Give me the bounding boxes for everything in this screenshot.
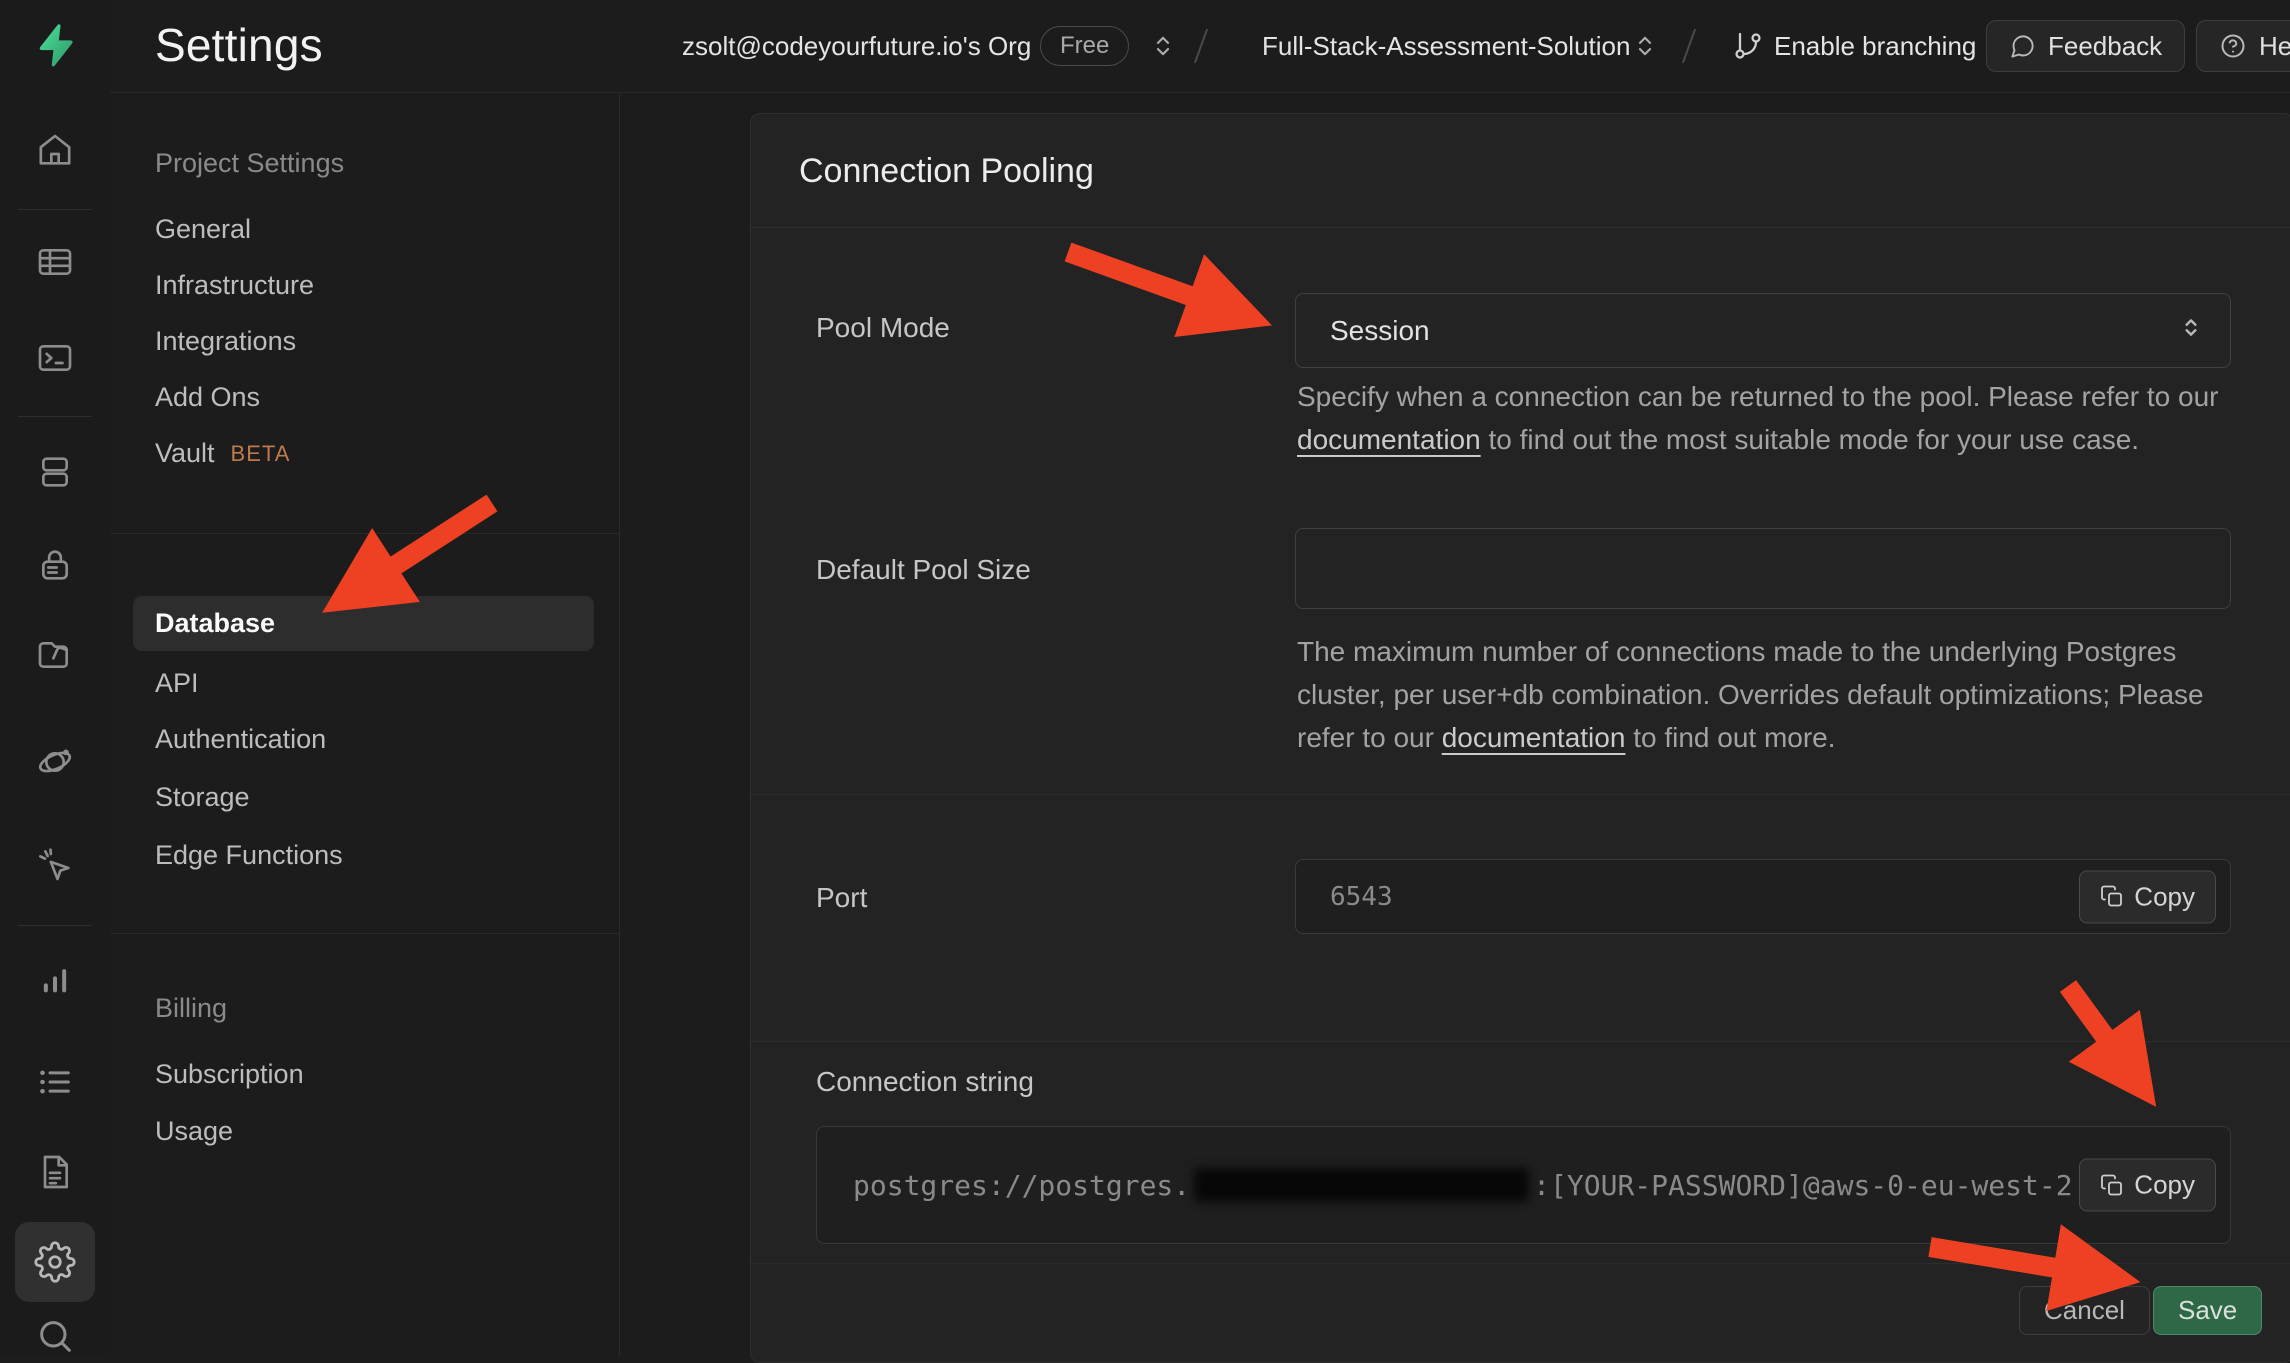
advisors-cursor-icon[interactable] bbox=[35, 846, 75, 886]
default-pool-size-input-wrap bbox=[1295, 528, 2231, 609]
storage-folder-icon[interactable] bbox=[35, 635, 75, 675]
port-copy-button[interactable]: Copy bbox=[2079, 870, 2216, 923]
connection-string-copy-button[interactable]: Copy bbox=[2079, 1159, 2216, 1212]
api-docs-file-icon[interactable] bbox=[35, 1152, 75, 1192]
reports-chart-icon[interactable] bbox=[35, 962, 75, 1002]
section-divider bbox=[751, 1041, 2290, 1042]
logs-list-icon[interactable] bbox=[35, 1062, 75, 1102]
feedback-bubble-icon bbox=[2009, 33, 2036, 60]
feedback-label: Feedback bbox=[2048, 31, 2162, 62]
default-pool-size-input[interactable] bbox=[1296, 529, 2230, 608]
top-header: zsolt@codeyourfuture.io's Org Free Full-… bbox=[619, 0, 2290, 92]
sidebar-item-general[interactable]: General bbox=[155, 214, 251, 245]
pool-mode-value: Session bbox=[1330, 315, 1430, 347]
main-content: Connection Pooling Pool Mode Session Spe… bbox=[620, 93, 2290, 1356]
port-field: 6543 Copy bbox=[1295, 859, 2231, 934]
copy-label: Copy bbox=[2134, 1170, 2195, 1201]
rail-divider bbox=[18, 416, 92, 417]
feedback-button[interactable]: Feedback bbox=[1986, 20, 2185, 72]
documentation-link[interactable]: documentation bbox=[1442, 722, 1626, 753]
settings-sidebar: Settings Project Settings General Infras… bbox=[110, 0, 620, 1356]
documentation-link[interactable]: documentation bbox=[1297, 424, 1481, 455]
help-label: He bbox=[2259, 31, 2290, 62]
pool-mode-label: Pool Mode bbox=[816, 312, 950, 344]
supabase-logo-icon[interactable] bbox=[32, 22, 78, 68]
save-button[interactable]: Save bbox=[2153, 1286, 2262, 1335]
realtime-orbit-icon[interactable] bbox=[35, 742, 75, 782]
copy-icon bbox=[2100, 1173, 2124, 1197]
breadcrumb-slash bbox=[1682, 29, 1696, 64]
pool-mode-desc-text: to find out the most suitable mode for y… bbox=[1481, 424, 2139, 455]
card-title: Connection Pooling bbox=[799, 152, 1094, 191]
card-header: Connection Pooling bbox=[751, 114, 2290, 228]
rail-divider bbox=[18, 209, 92, 210]
cancel-button[interactable]: Cancel bbox=[2019, 1286, 2150, 1335]
sidebar-item-infrastructure[interactable]: Infrastructure bbox=[155, 270, 314, 301]
sidebar-item-database[interactable]: Database bbox=[133, 596, 594, 651]
breadcrumb-slash bbox=[1194, 29, 1208, 64]
home-icon[interactable] bbox=[35, 130, 75, 170]
pool-mode-select[interactable]: Session bbox=[1295, 293, 2231, 368]
default-pool-size-label: Default Pool Size bbox=[816, 554, 1031, 586]
database-icon[interactable] bbox=[35, 452, 75, 492]
sidebar-heading-project-settings: Project Settings bbox=[155, 148, 344, 179]
plan-badge[interactable]: Free bbox=[1040, 26, 1129, 66]
connection-pooling-card: Connection Pooling Pool Mode Session Spe… bbox=[750, 113, 2290, 1363]
copy-icon bbox=[2100, 885, 2124, 909]
sidebar-item-add-ons[interactable]: Add Ons bbox=[155, 382, 260, 413]
icon-rail bbox=[0, 0, 111, 1356]
sidebar-item-database-label: Database bbox=[155, 608, 275, 639]
git-branch-icon bbox=[1732, 30, 1764, 67]
rail-divider bbox=[18, 925, 92, 926]
redacted-project-ref bbox=[1194, 1168, 1529, 1202]
sidebar-item-storage[interactable]: Storage bbox=[155, 782, 250, 813]
breadcrumb-org[interactable]: zsolt@codeyourfuture.io's Org bbox=[682, 31, 1031, 62]
sidebar-divider bbox=[110, 933, 619, 934]
select-chevrons-icon bbox=[2176, 312, 2206, 349]
section-divider bbox=[751, 794, 2290, 795]
authentication-lock-icon[interactable] bbox=[35, 545, 75, 585]
sidebar-item-usage[interactable]: Usage bbox=[155, 1116, 233, 1147]
breadcrumb-project[interactable]: Full-Stack-Assessment-Solution bbox=[1262, 31, 1630, 62]
connection-string-field: postgres://postgres. :[YOUR-PASSWORD]@aw… bbox=[816, 1126, 2231, 1244]
table-editor-icon[interactable] bbox=[35, 242, 75, 282]
connection-string-label: Connection string bbox=[816, 1066, 1034, 1098]
help-circle-icon bbox=[2219, 32, 2247, 60]
connection-string-value: postgres://postgres. :[YOUR-PASSWORD]@aw… bbox=[853, 1127, 2089, 1243]
sql-editor-icon[interactable] bbox=[35, 338, 75, 378]
port-label: Port bbox=[816, 882, 867, 914]
sidebar-item-vault[interactable]: Vault BETA bbox=[155, 438, 290, 469]
sidebar-item-integrations[interactable]: Integrations bbox=[155, 326, 296, 357]
connection-string-suffix: :[YOUR-PASSWORD]@aws-0-eu-west-2. bbox=[1533, 1169, 2089, 1202]
help-button[interactable]: He bbox=[2196, 20, 2290, 72]
settings-gear-icon[interactable] bbox=[34, 1241, 76, 1283]
sidebar-heading-billing: Billing bbox=[155, 993, 227, 1024]
connection-string-prefix: postgres://postgres. bbox=[853, 1169, 1190, 1202]
vault-label: Vault bbox=[155, 438, 215, 469]
sidebar-item-subscription[interactable]: Subscription bbox=[155, 1059, 304, 1090]
sidebar-divider bbox=[110, 533, 619, 534]
default-pool-size-desc-text: to find out more. bbox=[1625, 722, 1835, 753]
sidebar-item-authentication[interactable]: Authentication bbox=[155, 724, 326, 755]
project-switcher-chevrons-icon[interactable] bbox=[1630, 31, 1660, 66]
pool-mode-description: Specify when a connection can be returne… bbox=[1297, 375, 2262, 461]
search-icon[interactable] bbox=[35, 1316, 75, 1356]
default-pool-size-description: The maximum number of connections made t… bbox=[1297, 630, 2262, 759]
sidebar-item-edge-functions[interactable]: Edge Functions bbox=[155, 840, 343, 871]
vault-beta-badge: BETA bbox=[231, 441, 291, 467]
enable-branching-button[interactable]: Enable branching bbox=[1774, 31, 1976, 62]
footer-divider bbox=[751, 1263, 2290, 1264]
org-switcher-chevrons-icon[interactable] bbox=[1148, 31, 1178, 66]
sidebar-item-api[interactable]: API bbox=[155, 668, 199, 699]
page-title: Settings bbox=[155, 18, 323, 72]
pool-mode-desc-text: Specify when a connection can be returne… bbox=[1297, 381, 2218, 412]
port-value: 6543 bbox=[1330, 882, 1393, 912]
copy-label: Copy bbox=[2134, 881, 2195, 912]
